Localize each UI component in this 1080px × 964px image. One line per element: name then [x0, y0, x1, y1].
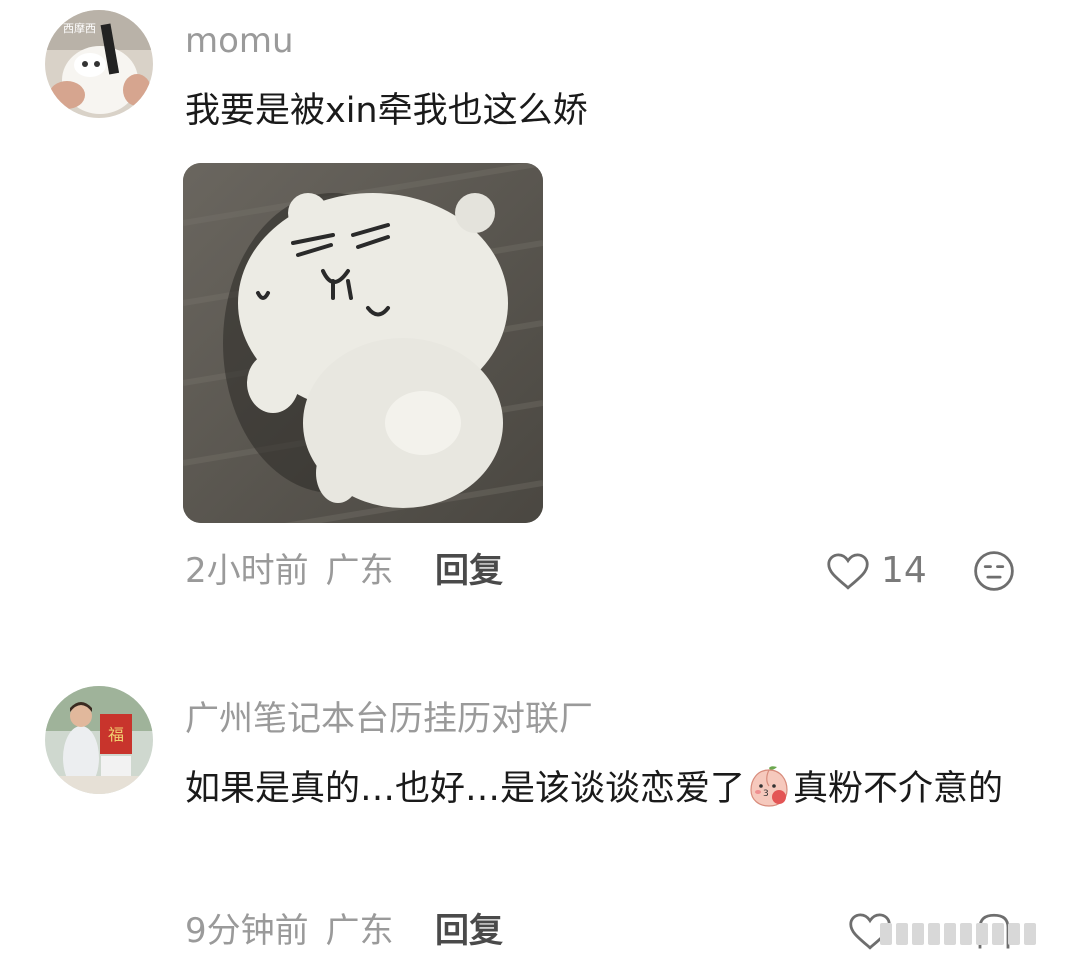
comment-time: 2小时前: [185, 551, 309, 591]
avatar-image: 西摩西: [45, 10, 153, 118]
comment-time-location: 2小时前 广东: [185, 546, 393, 596]
comment-item: 福 广州笔记本台历挂历对联厂 如果是真的…也好…是该谈谈恋爱了 3 真粉不介意的…: [0, 620, 1080, 964]
peach-blush-emoji: 3: [750, 766, 788, 807]
comment-text: 如果是真的…也好…是该谈谈恋爱了 3 真粉不介意的: [185, 758, 1045, 820]
reply-button[interactable]: 回复: [435, 906, 503, 956]
comment-item: 西摩西 momu 我要是被xin牵我也这么娇 2小时前 广东 回复 14: [0, 0, 1080, 620]
comment-text-part: 如果是真的…也好…是该谈谈恋爱了: [185, 769, 746, 809]
comment-text: 我要是被xin牵我也这么娇: [185, 91, 588, 131]
svg-text:3: 3: [763, 789, 769, 799]
comment-text-part: 真粉不介意的: [793, 769, 1004, 809]
like-count: 14: [881, 550, 927, 591]
comment-time: 9分钟前: [185, 911, 309, 951]
sticker-cartoon-image: [183, 163, 543, 523]
username[interactable]: 广州笔记本台历挂历对联厂: [185, 702, 593, 736]
comment-sticker-image[interactable]: [183, 163, 543, 523]
avatar-label: 西摩西: [63, 21, 96, 35]
comment-meta: 2小时前 广东 回复 14: [185, 546, 1045, 596]
username[interactable]: momu: [185, 24, 294, 58]
avatar[interactable]: 西摩西: [45, 10, 153, 118]
comment-location: 广东: [325, 911, 394, 951]
avatar-image: 福: [45, 686, 153, 794]
avatar-label: 福: [108, 725, 124, 744]
comment-time-location: 9分钟前 广东: [185, 906, 393, 956]
watermark: [880, 920, 1040, 948]
reply-button[interactable]: 回复: [435, 546, 503, 596]
avatar[interactable]: 福: [45, 686, 153, 794]
sad-face-icon[interactable]: [973, 550, 1015, 592]
comment-location: 广东: [325, 551, 394, 591]
heart-outline-icon: [827, 553, 869, 590]
